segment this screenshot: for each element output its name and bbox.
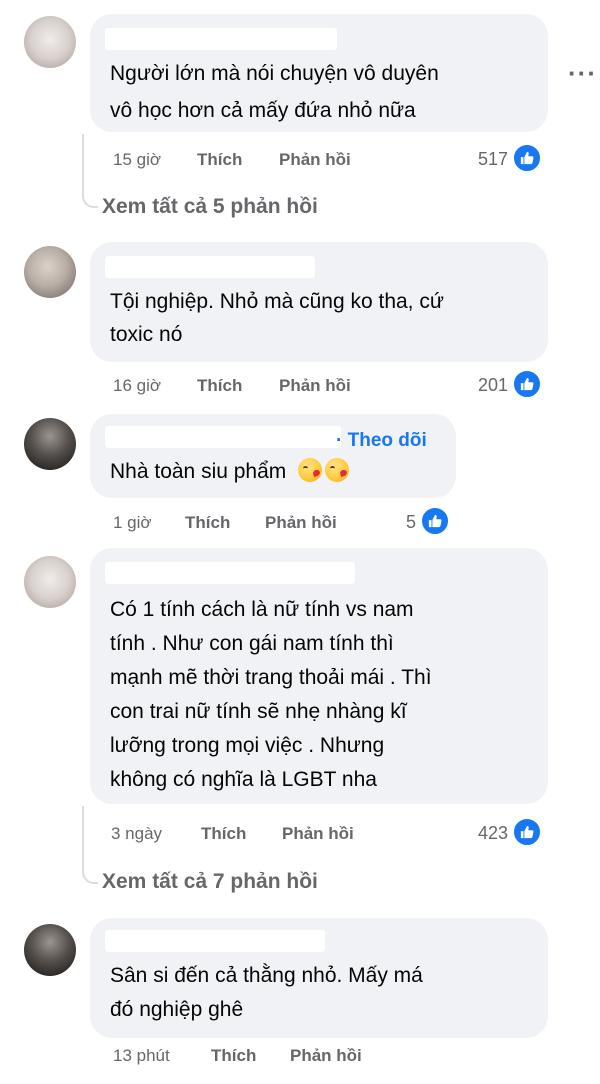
avatar[interactable] [24, 418, 76, 470]
face-blowing-kiss-icon [325, 458, 350, 482]
reply-button[interactable]: Phản hồi [279, 376, 351, 396]
like-reaction-icon [512, 143, 542, 173]
reaction-count[interactable]: 5 [366, 512, 416, 533]
comment-time[interactable]: 1 giờ [113, 513, 152, 533]
comment-text-line: Người lớn mà nói chuyện vô duyên [110, 62, 439, 85]
reply-button[interactable]: Phản hồi [282, 824, 354, 844]
comment-text-line: đó nghiệp ghê [110, 998, 244, 1021]
view-all-replies-link[interactable]: Xem tất cả 5 phản hồi [102, 195, 318, 219]
like-button[interactable]: Thích [201, 824, 246, 844]
comment-text-line: Có 1 tính cách là nữ tính vs nam [110, 598, 414, 621]
like-button[interactable]: Thích [197, 376, 242, 396]
reply-button[interactable]: Phản hồi [290, 1046, 362, 1066]
reaction-count[interactable]: 201 [458, 375, 508, 396]
comment-text: Nhà toàn siu phẩm [110, 460, 287, 483]
comment-text-line: Tội nghiệp. Nhỏ mà cũng ko tha, cứ [110, 290, 444, 313]
avatar[interactable] [24, 556, 76, 608]
like-button[interactable]: Thích [211, 1046, 256, 1066]
comment-text-line: lưỡng trong mọi việc . Nhưng [110, 734, 385, 757]
reply-button[interactable]: Phản hồi [265, 513, 337, 533]
author-name-redacted [105, 426, 341, 448]
author-name-redacted [105, 930, 325, 952]
comment-text-line: Sân si đến cả thằng nhỏ. Mấy má [110, 964, 423, 987]
reply-thread-line [82, 806, 98, 884]
avatar[interactable] [24, 924, 76, 976]
reply-button[interactable]: Phản hồi [279, 150, 351, 170]
view-all-replies-link[interactable]: Xem tất cả 7 phản hồi [102, 870, 318, 894]
author-name-redacted [105, 256, 315, 278]
comment-text-line: không có nghĩa là LGBT nha [110, 768, 377, 791]
comment-time[interactable]: 16 giờ [113, 376, 161, 396]
comment-time[interactable]: 15 giờ [113, 150, 161, 170]
avatar[interactable] [24, 16, 76, 68]
like-reaction-icon [420, 506, 450, 536]
comment-time[interactable]: 13 phút [113, 1046, 170, 1066]
comment-text-line: mạnh mẽ thời trang thoải mái . Thì [110, 666, 432, 689]
author-name-redacted [105, 28, 337, 50]
comment-text-line: toxic nó [110, 323, 183, 346]
comment-text-line: vô học hơn cả mấy đứa nhỏ nữa [110, 99, 416, 122]
like-reaction-icon [512, 817, 542, 847]
more-horizontal-icon[interactable]: ··· [568, 58, 597, 89]
like-button[interactable]: Thích [197, 150, 242, 170]
reaction-count[interactable]: 423 [458, 823, 508, 844]
comment-time[interactable]: 3 ngày [111, 824, 162, 844]
comment-text-line: con trai nữ tính sẽ nhẹ nhàng kĩ [110, 700, 407, 723]
avatar[interactable] [24, 246, 76, 298]
reply-thread-line [82, 134, 98, 208]
comment-text-line: tính . Như con gái nam tính thì [110, 632, 394, 655]
author-name-redacted [105, 562, 355, 584]
like-button[interactable]: Thích [185, 513, 230, 533]
comment-text-line: Nhà toàn siu phẩm [110, 454, 350, 490]
follow-link[interactable]: · Theo dõi [336, 430, 427, 452]
like-reaction-icon [512, 369, 542, 399]
reaction-count[interactable]: 517 [458, 149, 508, 170]
face-blowing-kiss-icon [298, 458, 323, 482]
